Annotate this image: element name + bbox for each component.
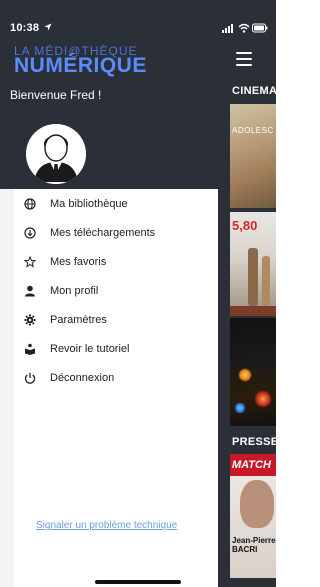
menu-item-label: Paramètres — [50, 313, 107, 326]
media-thumbnail[interactable]: ADOLESC — [230, 104, 276, 208]
menu-item-downloads[interactable]: Mes téléchargements — [14, 218, 218, 247]
gear-icon — [24, 314, 44, 326]
media-thumbnail[interactable]: MATCH Jean-Pierre BACRI — [230, 454, 276, 578]
avatar[interactable] — [26, 124, 86, 184]
menu-item-label: Mes téléchargements — [50, 226, 156, 239]
menu-item-profile[interactable]: Mon profil — [14, 276, 218, 305]
logo-line2: NUMÉRIQUE — [14, 54, 147, 77]
menu-icon[interactable] — [236, 52, 252, 70]
menu-item-label: Mes favoris — [50, 255, 107, 268]
thumbnail-price: 5,80 — [232, 218, 258, 233]
section-title-cinema: CINEMA — [232, 85, 276, 97]
menu-item-label: Mon profil — [50, 284, 99, 297]
menu-item-label: Revoir le tutoriel — [50, 342, 130, 355]
thumbnail-art — [240, 480, 274, 528]
media-thumbnail[interactable] — [230, 318, 276, 426]
menu-item-label: Déconnexion — [50, 371, 115, 384]
thumbnail-art — [234, 402, 246, 414]
thumbnail-art — [254, 390, 272, 408]
drawer-edge — [0, 189, 14, 587]
menu-item-logout[interactable]: Déconnexion — [14, 363, 218, 392]
menu-item-settings[interactable]: Paramètres — [14, 305, 218, 334]
power-icon — [24, 372, 44, 384]
thumbnail-caption: Jean-Pierre BACRI — [232, 536, 276, 554]
report-problem-link[interactable]: Signaler un problème technique — [36, 520, 177, 531]
main-content: CINEMA ADOLESC 5,80 PRESSE MATCH Jean-Pi… — [218, 0, 276, 587]
location-arrow-icon — [44, 23, 52, 31]
home-indicator[interactable] — [95, 580, 181, 584]
thumbnail-title: ADOLESC — [232, 126, 274, 135]
thumbnail-art — [262, 256, 270, 306]
menu-item-library[interactable]: Ma bibliothèque — [14, 189, 218, 218]
download-icon — [24, 226, 44, 239]
signal-icon — [222, 24, 233, 33]
battery-icon — [252, 23, 268, 33]
thumbnail-strip — [230, 306, 276, 316]
section-title-presse: PRESSE — [232, 436, 276, 448]
menu-item-tutorial[interactable]: Revoir le tutoriel — [14, 334, 218, 363]
menu-item-label: Ma bibliothèque — [50, 197, 128, 210]
media-thumbnail[interactable]: 5,80 — [230, 212, 276, 316]
globe-icon — [24, 197, 44, 210]
wifi-icon — [238, 23, 250, 33]
book-icon — [24, 343, 44, 355]
user-avatar-icon — [26, 124, 86, 184]
menu-item-favorites[interactable]: Mes favoris — [14, 247, 218, 276]
status-time: 10:38 — [10, 22, 52, 34]
status-time-text: 10:38 — [10, 22, 40, 34]
person-icon — [24, 285, 44, 297]
side-drawer: 10:38 LA MÉDI@THÈQUE NUMÉRIQUE Bienvenue… — [0, 0, 218, 587]
magazine-logo: MATCH — [230, 454, 276, 476]
thumbnail-art — [248, 248, 258, 306]
drawer-menu: Ma bibliothèque Mes téléchargements Mes … — [14, 189, 218, 392]
app-logo: LA MÉDI@THÈQUE NUMÉRIQUE — [14, 44, 154, 78]
star-icon — [24, 255, 44, 268]
app-frame: CINEMA ADOLESC 5,80 PRESSE MATCH Jean-Pi… — [0, 0, 276, 587]
status-icons — [222, 23, 272, 35]
thumbnail-art — [238, 368, 252, 382]
welcome-text: Bienvenue Fred ! — [10, 88, 102, 102]
